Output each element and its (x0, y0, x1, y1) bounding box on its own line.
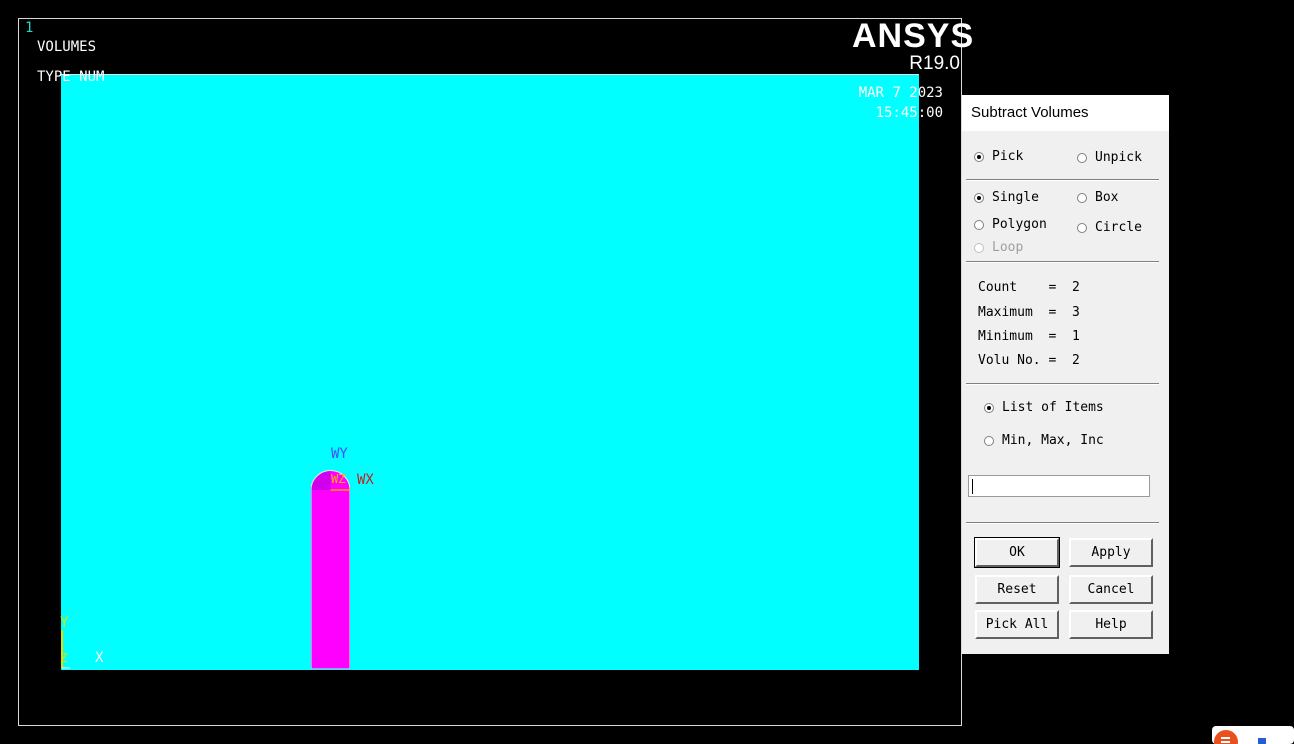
global-x-axis-label: X (95, 650, 104, 666)
subtract-volumes-dialog: Subtract Volumes Pick Unpick Single Box … (962, 95, 1169, 654)
apply-button[interactable]: Apply (1069, 538, 1153, 567)
window-number: 1 (25, 20, 34, 36)
stat-count: Count = 2 (978, 280, 1080, 295)
model-volume-block[interactable] (61, 74, 919, 670)
pick-all-button[interactable]: Pick All (975, 610, 1059, 639)
separator (966, 383, 1159, 385)
ansys-logo: ANSYS R19.0 (852, 17, 975, 74)
input-method-icon[interactable] (1212, 726, 1294, 744)
logo-text: ANSYS (852, 17, 975, 55)
version-label: R19.0 (909, 53, 960, 74)
separator (966, 261, 1159, 263)
stat-minimum-label: Minimum = (978, 329, 1057, 344)
radio-box[interactable]: Box (1077, 190, 1118, 205)
separator (966, 522, 1159, 524)
stat-minimum-value: 1 (1071, 329, 1080, 344)
radio-min-max-inc-label: Min, Max, Inc (1002, 433, 1104, 448)
radio-unchecked-icon (974, 219, 984, 230)
radio-single-label: Single (992, 190, 1039, 205)
stat-volume-number: Volu No. = 2 (978, 353, 1080, 368)
plot-subtitle: TYPE NUM (37, 69, 105, 85)
plot-date: MAR 7 2023 (858, 85, 943, 101)
radio-unchecked-icon (1077, 152, 1087, 163)
stat-maximum: Maximum = 3 (978, 305, 1080, 320)
pick-entry-input[interactable] (968, 475, 1150, 497)
radio-min-max-inc[interactable]: Min, Max, Inc (984, 433, 1104, 448)
stat-maximum-label: Maximum = (978, 305, 1057, 320)
plot-title: VOLUMES (37, 39, 97, 55)
reset-button[interactable]: Reset (975, 575, 1059, 604)
radio-checked-icon (974, 192, 984, 203)
text-caret (972, 479, 973, 494)
workplane-y-label: WY (331, 446, 348, 462)
radio-list-of-items-label: List of Items (1002, 400, 1104, 415)
dialog-title: Subtract Volumes (962, 95, 1169, 131)
stat-volume-number-value: 2 (1071, 353, 1080, 368)
radio-single[interactable]: Single (974, 190, 1039, 205)
workplane-z-label: WZ (331, 472, 346, 486)
separator (966, 179, 1159, 181)
radio-unpick-label: Unpick (1095, 150, 1142, 165)
cancel-button[interactable]: Cancel (1069, 575, 1153, 604)
help-button[interactable]: Help (1069, 610, 1153, 639)
global-y-axis-label: Y (60, 615, 69, 631)
stat-minimum: Minimum = 1 (978, 329, 1080, 344)
radio-list-of-items[interactable]: List of Items (984, 400, 1104, 415)
radio-circle-label: Circle (1095, 220, 1142, 235)
radio-polygon[interactable]: Polygon (974, 217, 1047, 232)
ok-button[interactable]: OK (974, 537, 1060, 568)
radio-checked-icon (984, 402, 994, 413)
global-z-axis-label: Z (60, 651, 68, 665)
stat-maximum-value: 3 (1071, 305, 1080, 320)
radio-loop: Loop (974, 240, 1023, 255)
radio-unchecked-icon (1077, 222, 1087, 233)
radio-circle[interactable]: Circle (1077, 220, 1142, 235)
plot-time: 15:45:00 (875, 105, 943, 121)
magenta-volume[interactable] (311, 468, 350, 669)
stat-count-label: Count = (978, 280, 1057, 295)
radio-checked-icon (974, 151, 984, 162)
stat-volume-number-label: Volu No. = (978, 353, 1057, 368)
stat-count-value: 2 (1071, 280, 1080, 295)
radio-loop-label: Loop (992, 240, 1024, 255)
radio-unpick[interactable]: Unpick (1077, 150, 1142, 165)
radio-polygon-label: Polygon (992, 217, 1047, 232)
radio-unchecked-icon (984, 435, 994, 446)
radio-pick-label: Pick (992, 149, 1024, 164)
radio-pick[interactable]: Pick (974, 149, 1023, 164)
radio-box-label: Box (1095, 190, 1119, 205)
radio-unchecked-icon (974, 242, 984, 253)
workplane-x-label: WX (357, 472, 374, 488)
radio-unchecked-icon (1077, 192, 1087, 203)
